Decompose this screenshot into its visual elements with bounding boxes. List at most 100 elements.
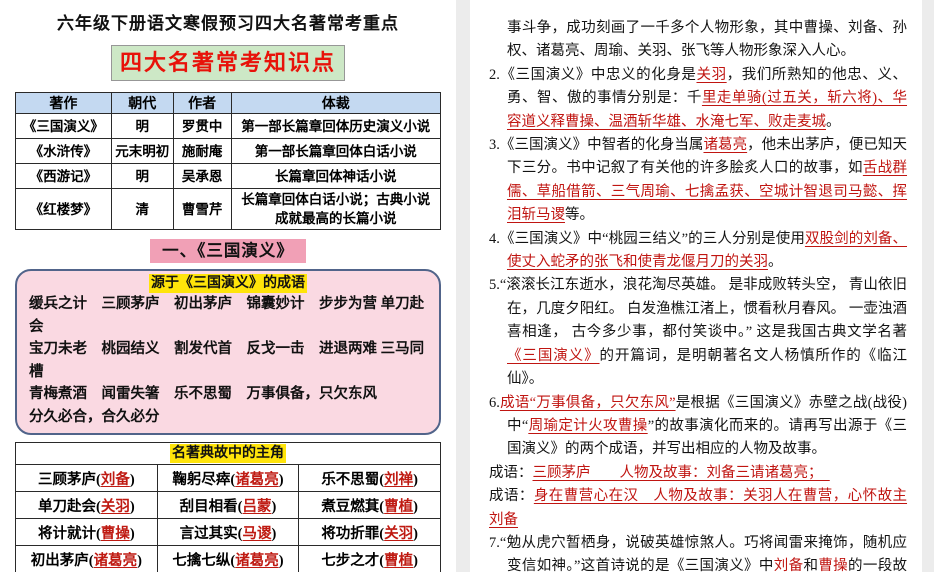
idiom-line: 缓兵之计 三顾茅庐 初出茅庐 锦囊妙计 步步为营 单刀赴会	[29, 296, 425, 335]
document-title: 六年级下册语文寒假预习四大名著常考重点	[57, 14, 399, 33]
paragraph: 4.《三国演义》中“桃园三结义”的三人分别是使用双股剑的刘备、使丈入蛇矛的张飞和…	[489, 228, 907, 275]
idiom-box: 源于《三国演义》的成语 缓兵之计 三顾茅庐 初出茅庐 锦囊妙计 步步为营 单刀赴…	[15, 269, 441, 435]
works-table-header-cell: 作者	[172, 92, 232, 114]
body-text: 4.《三国演义》中“桃园三结义”的三人分别是使用	[489, 230, 805, 247]
roles-table-row: 初出茅庐(诸葛亮) 七擒七纵(诸葛亮) 七步之才(曹植)	[15, 545, 441, 572]
roles-table-cell: 三顾茅庐(刘备)	[15, 464, 158, 492]
roles-table-title-cell: 名著典故中的主角	[15, 442, 441, 465]
body-text: 3.《三国演义》中智者的化身当属	[489, 137, 704, 154]
roles-table-row: 将计就计(曹操) 言过其实(马谡) 将功折罪(关羽)	[15, 518, 441, 546]
roles-table-cell: 单刀赴会(关羽)	[15, 491, 158, 519]
paragraph: 事斗争，成功刻画了一千多个人物形象，其中曹操、刘备、孙权、诸葛亮、周瑜、关羽、张…	[489, 17, 907, 64]
idiom-line: 分久必合，合久必分	[29, 408, 160, 425]
roles-table-cell: 煮豆燃萁(曹植)	[298, 491, 441, 519]
body-text: 。	[826, 113, 841, 130]
red-underline-text: 刘备	[773, 558, 804, 572]
red-underline-text: 《三国演义》	[507, 347, 600, 364]
highlight-title: 四大名著常考知识点	[110, 45, 345, 81]
red-underline-text: 身在曹营心在汉 人物及故事：关羽人在曹营，心怀故主刘备	[489, 488, 908, 528]
body-text: 5.“滚滚长江东逝水，浪花淘尽英雄。 是非成败转头空， 青山依旧在，几度夕阳红。…	[489, 277, 907, 341]
works-table-header-cell: 朝代	[110, 92, 174, 114]
works-table-cell: 明	[110, 163, 174, 189]
works-table-row: 《红楼梦》清曹雪芹 长篇章回体白话小说；古典小说成就最高的长篇小说	[15, 188, 442, 230]
roles-table: 名著典故中的主角 三顾茅庐(刘备) 鞠躬尽瘁(诸葛亮) 乐不思蜀(刘禅) 单刀赴会(关…	[15, 442, 441, 572]
highlight-title-row: 四大名著常考知识点	[15, 45, 441, 81]
character-name: 马谡	[242, 525, 272, 542]
character-name: 诸葛亮	[235, 552, 279, 569]
left-page: 六年级下册语文寒假预习四大名著常考重点 四大名著常考知识点 著作 朝代 作者 体裁 《…	[0, 0, 456, 572]
roles-table-cell: 刮目相看(吕蒙)	[156, 491, 300, 519]
works-table-cell: 长篇章回体神话小说	[230, 163, 442, 189]
character-name: 关羽	[384, 525, 414, 542]
works-table-cell: 明	[110, 113, 174, 139]
roles-table-title: 名著典故中的主角	[170, 444, 286, 463]
red-underline-text: 周瑜定计火攻曹操	[528, 417, 648, 434]
roles-table-cell: 七擒七纵(诸葛亮)	[156, 545, 300, 572]
idiom-box-title: 源于《三国演义》的成语	[149, 274, 307, 293]
body-text: 6.	[489, 394, 500, 411]
works-table-header-cell: 体裁	[230, 92, 442, 114]
roles-table-row: 三顾茅庐(刘备) 鞠躬尽瘁(诸葛亮) 乐不思蜀(刘禅)	[15, 464, 441, 492]
body-text: 等。	[565, 207, 594, 224]
character-name: 诸葛亮	[235, 471, 279, 488]
roles-table-row: 单刀赴会(关羽) 刮目相看(吕蒙) 煮豆燃萁(曹植)	[15, 491, 441, 519]
idiom-box-title-row: 源于《三国演义》的成语	[29, 274, 427, 293]
paragraph: 5.“滚滚长江东逝水，浪花淘尽英雄。 是非成败转头空， 青山依旧在，几度夕阳红。…	[489, 274, 907, 391]
paragraph: 7.“勉从虎穴暂栖身，说破英雄惊煞人。巧将闻雷来掩饰，随机应变信如神。”这首诗说…	[489, 532, 907, 572]
red-underline-text: 三顾茅庐 人物及故事：刘备三请诸葛亮；	[532, 464, 830, 481]
idiom-line: 宝刀未老 桃园结义 割发代首 反戈一击 进退两难 三马同槽	[29, 341, 425, 380]
works-table-row: 《西游记》明吴承恩 长篇章回体神话小说	[15, 163, 442, 189]
right-page: 事斗争，成功刻画了一千多个人物形象，其中曹操、刘备、孙权、诸葛亮、周瑜、关羽、张…	[470, 0, 922, 572]
roles-table-cell: 鞠躬尽瘁(诸葛亮)	[156, 464, 300, 492]
red-underline-text: 成语“万事俱备，只欠东风”	[499, 394, 676, 411]
works-table-cell: 《三国演义》	[15, 113, 112, 139]
paragraph: 6.成语“万事俱备，只欠东风”是根据《三国演义》赤壁之战(战役)中“周瑜定计火攻…	[489, 392, 907, 462]
red-underline-text: 曹操	[818, 558, 849, 572]
roles-table-cell: 七步之才(曹植)	[298, 545, 441, 572]
works-table: 著作 朝代 作者 体裁 《三国演义》明罗贯中 第一部长篇章回体历史演义小说 《水浒传》 元末…	[15, 92, 442, 230]
body-text: 和	[803, 558, 819, 572]
body-text: 。	[768, 254, 783, 271]
works-table-cell: 清	[110, 188, 174, 230]
body-text: 成语：	[489, 488, 534, 505]
section-title: 一、《三国演义》	[150, 239, 306, 263]
character-name: 刘备	[100, 471, 130, 488]
works-table-cell: 《水浒传》	[15, 138, 112, 164]
body-text: 2.《三国演义》中忠义的化身是	[489, 66, 697, 83]
paragraph: 成语：身在曹营心在汉 人物及故事：关羽人在曹营，心怀故主刘备	[489, 485, 907, 532]
works-table-cell: 元末明初	[110, 138, 174, 164]
character-name: 曹植	[384, 498, 414, 515]
roles-table-cell: 乐不思蜀(刘禅)	[298, 464, 441, 492]
character-name: 诸葛亮	[93, 552, 138, 569]
character-name: 吕蒙	[242, 498, 272, 515]
character-name: 关羽	[100, 498, 130, 515]
roles-table-header-row: 名著典故中的主角	[15, 442, 441, 465]
works-table-cell: 《红楼梦》	[15, 188, 112, 230]
works-table-header-cell: 著作	[15, 92, 112, 114]
works-table-cell: 《西游记》	[15, 163, 112, 189]
roles-table-cell: 将计就计(曹操)	[15, 518, 158, 546]
character-name: 刘禅	[384, 471, 414, 488]
works-table-cell: 第一部长篇章回体白话小说	[230, 138, 442, 164]
works-table-cell: 施耐庵	[172, 138, 232, 164]
red-underline-text: 关羽	[696, 66, 727, 83]
paragraph: 2.《三国演义》中忠义的化身是关羽，我们所熟知的他忠、义、勇、智、傲的事情分别是…	[489, 64, 907, 134]
red-underline-text: 诸葛亮	[703, 137, 748, 154]
paragraph: 3.《三国演义》中智者的化身当属诸葛亮，他未出茅庐，便已知天下三分。书中记叙了有…	[489, 134, 907, 228]
roles-table-cell: 将功折罪(关羽)	[298, 518, 441, 546]
roles-table-cell: 初出茅庐(诸葛亮)	[15, 545, 158, 572]
works-table-cell: 长篇章回体白话小说；古典小说成就最高的长篇小说	[230, 188, 442, 230]
works-table-cell: 罗贯中	[172, 113, 232, 139]
works-table-cell: 曹雪芹	[172, 188, 232, 230]
right-edge-strip	[922, 0, 934, 572]
character-name: 曹植	[384, 552, 414, 569]
works-table-cell: 吴承恩	[172, 163, 232, 189]
character-name: 曹操	[100, 525, 130, 542]
section-title-row: 一、《三国演义》	[15, 239, 441, 263]
roles-table-cell: 言过其实(马谡)	[156, 518, 300, 546]
body-text: 事斗争，成功刻画了一千多个人物形象，其中曹操、刘备、孙权、诸葛亮、周瑜、关羽、张…	[507, 20, 907, 60]
page-gap	[456, 0, 470, 572]
works-table-cell: 第一部长篇章回体历史演义小说	[230, 113, 442, 139]
idiom-line: 青梅煮酒 闻雷失箸 乐不思蜀 万事俱备，只欠东风	[29, 386, 377, 402]
paragraph: 成语：三顾茅庐 人物及故事：刘备三请诸葛亮；	[489, 462, 907, 485]
